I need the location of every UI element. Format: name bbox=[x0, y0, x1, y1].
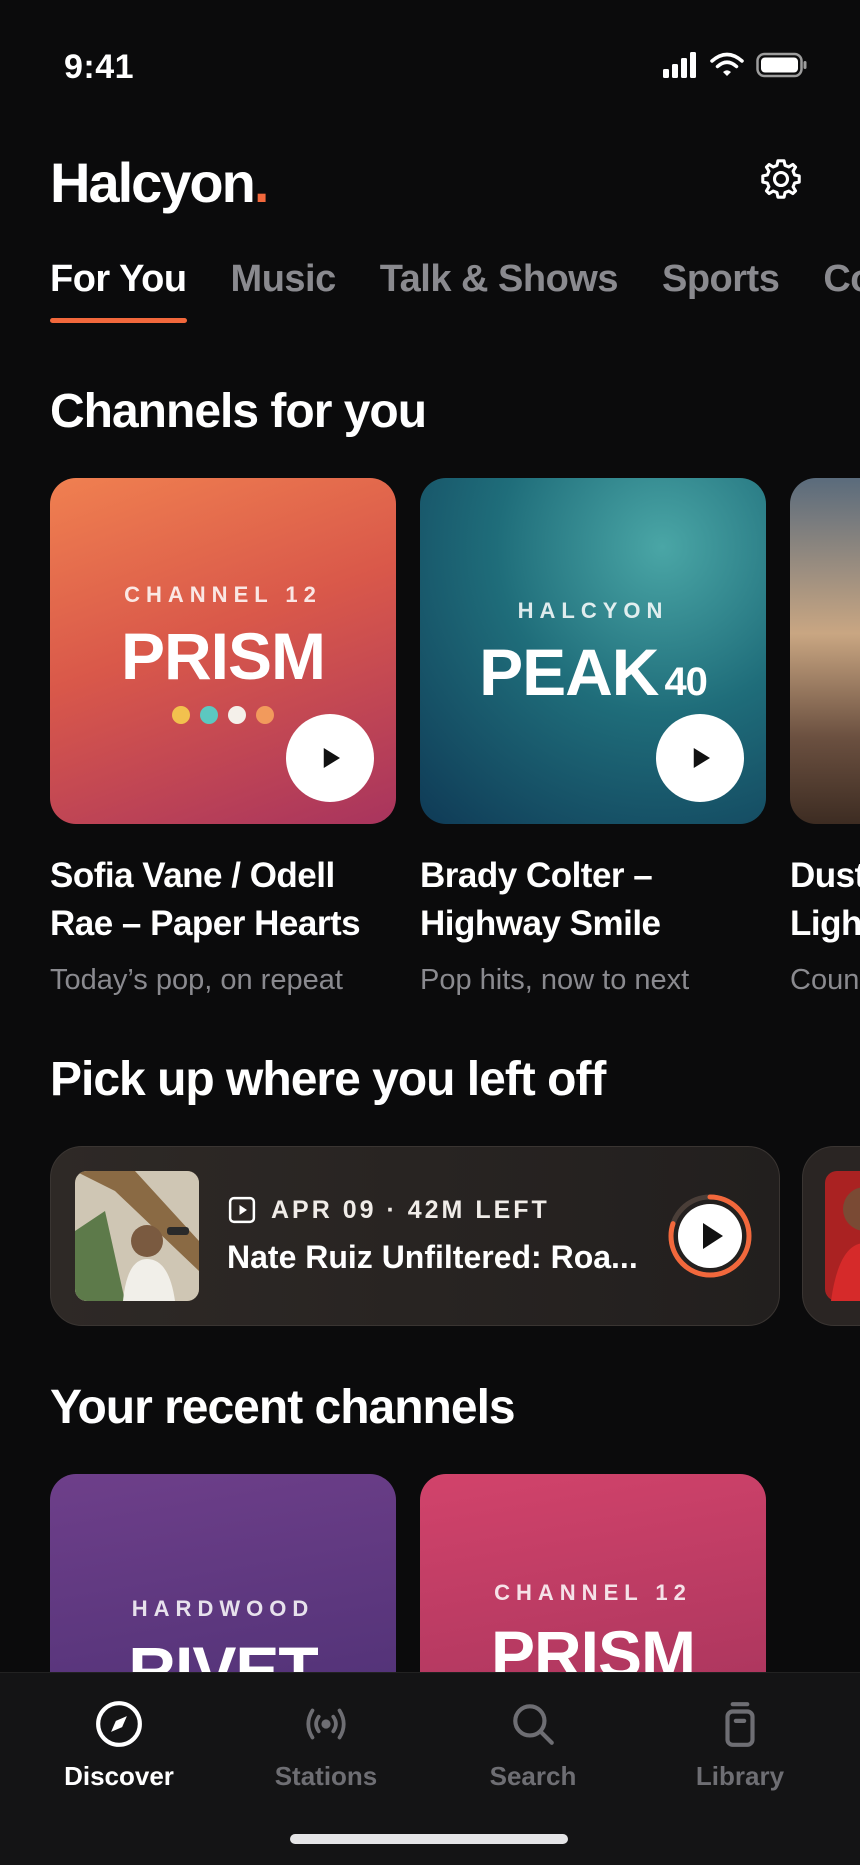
play-button[interactable] bbox=[286, 714, 374, 802]
logo-dot: . bbox=[253, 151, 270, 214]
card-channel-word: PEAK bbox=[479, 635, 659, 709]
play-icon bbox=[323, 748, 340, 768]
nav-library[interactable]: Library bbox=[655, 1699, 825, 1792]
category-tabs: For You Music Talk & Shows Sports Co bbox=[50, 258, 860, 323]
card-subtitle-partial: Coun bbox=[790, 964, 860, 996]
episode-artwork-illustration bbox=[75, 1171, 199, 1301]
logo-text: Halcyon bbox=[50, 151, 256, 214]
card-kicker: HALCYON bbox=[517, 598, 669, 623]
card-title: Brady Colter – Highway Smile bbox=[420, 856, 661, 943]
episode-meta: APR 09 · 42M LEFT bbox=[227, 1195, 550, 1225]
nav-label: Search bbox=[489, 1761, 577, 1791]
status-time: 9:41 bbox=[64, 48, 135, 86]
episode-title: Nate Ruiz Unfiltered: Roa... bbox=[227, 1239, 638, 1275]
episode-meta-text: APR 09 · 42M LEFT bbox=[271, 1195, 550, 1224]
continue-section-title: Pick up where you left off bbox=[50, 1053, 606, 1106]
nav-discover[interactable]: Discover bbox=[34, 1699, 204, 1792]
tab-co[interactable]: Co bbox=[823, 258, 860, 323]
app-logo: Halcyon. bbox=[50, 150, 270, 215]
nav-label: Discover bbox=[64, 1761, 174, 1791]
card-kicker: CHANNEL 12 bbox=[124, 582, 322, 607]
nav-label: Library bbox=[695, 1761, 785, 1791]
search-icon bbox=[513, 1704, 554, 1745]
library-icon bbox=[725, 1702, 755, 1747]
card-subtitle: Pop hits, now to next bbox=[420, 964, 690, 996]
dot-teal bbox=[200, 706, 218, 724]
card-channel-name: PRISM bbox=[120, 619, 326, 693]
play-button[interactable] bbox=[656, 714, 744, 802]
channel-card-partial[interactable] bbox=[790, 478, 860, 824]
status-icons bbox=[662, 52, 808, 78]
dot-orange bbox=[256, 706, 274, 724]
wifi-icon bbox=[710, 52, 744, 76]
partial-episode-artwork bbox=[825, 1171, 860, 1301]
tab-music[interactable]: Music bbox=[231, 258, 337, 323]
card-channel-name: PEAK 40 bbox=[420, 634, 766, 710]
card-kicker: CHANNEL 12 bbox=[494, 1580, 692, 1605]
channel-card-peak[interactable]: HALCYON PEAK 40 bbox=[420, 478, 766, 824]
battery-icon bbox=[756, 52, 807, 78]
card-subtitle: Today’s pop, on repeat bbox=[50, 964, 343, 996]
tab-sports[interactable]: Sports bbox=[662, 258, 780, 323]
settings-gear-icon[interactable] bbox=[758, 156, 804, 202]
card-title: Sofia Vane / Odell Rae – Paper Hearts bbox=[50, 856, 361, 943]
compass-icon bbox=[96, 1701, 142, 1747]
dot-white bbox=[228, 706, 246, 724]
cellular-signal-icon bbox=[663, 52, 696, 78]
broadcast-icon bbox=[306, 1708, 346, 1740]
tab-for-you[interactable]: For You bbox=[50, 258, 187, 323]
play-icon bbox=[693, 748, 710, 768]
card-kicker: HARDWOOD bbox=[131, 1596, 315, 1621]
episode-artwork bbox=[75, 1171, 199, 1301]
continue-listening-card[interactable]: APR 09 · 42M LEFT Nate Ruiz Unfiltered: … bbox=[50, 1146, 780, 1326]
episode-video-icon bbox=[228, 1196, 256, 1224]
card-title-partial: Dust Ligh bbox=[790, 856, 860, 943]
continue-card-partial[interactable] bbox=[802, 1146, 860, 1326]
nav-label: Stations bbox=[274, 1761, 378, 1791]
nav-stations[interactable]: Stations bbox=[241, 1699, 411, 1792]
resume-play-button[interactable] bbox=[667, 1193, 753, 1279]
home-indicator bbox=[290, 1834, 568, 1844]
tab-talk-shows[interactable]: Talk & Shows bbox=[380, 258, 619, 323]
dot-yellow bbox=[172, 706, 190, 724]
channel-card-prism[interactable]: CHANNEL 12 PRISM bbox=[50, 478, 396, 824]
card-channel-number: 40 bbox=[664, 660, 707, 704]
channels-section-title: Channels for you bbox=[50, 385, 427, 438]
recent-section-title: Your recent channels bbox=[50, 1381, 516, 1434]
nav-search[interactable]: Search bbox=[448, 1699, 618, 1792]
